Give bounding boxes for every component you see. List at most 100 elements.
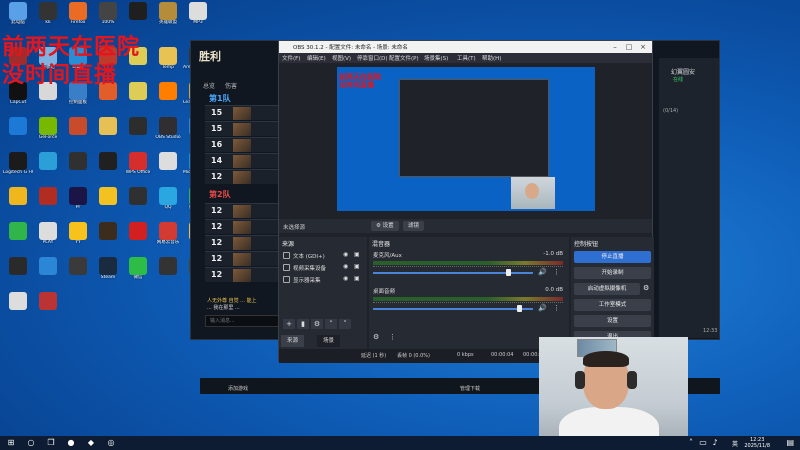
lock-icon[interactable]: ▣: [354, 275, 360, 282]
desktop-icon[interactable]: [123, 222, 153, 254]
team-row[interactable]: 16: [205, 137, 279, 152]
desktop-icon[interactable]: [3, 117, 33, 149]
delete-source-icon[interactable]: ▮: [297, 319, 309, 329]
obs-window[interactable]: OBS 30.1.2 - 配置文件: 未命名 - 场景: 未命名 – □ × 文…: [278, 40, 654, 363]
tab-overview[interactable]: 总览: [203, 81, 215, 90]
stop-streaming-button[interactable]: 停止直播: [574, 251, 651, 263]
manage-downloads-button[interactable]: 管理下载: [460, 385, 480, 392]
volume-knob[interactable]: [517, 305, 523, 312]
source-settings-icon[interactable]: ⚙: [311, 319, 323, 329]
menu-file[interactable]: 文件(F): [282, 54, 300, 62]
desktop-icon[interactable]: 100%: [93, 2, 123, 34]
desktop-icon[interactable]: YY: [63, 222, 93, 254]
volume-icon[interactable]: ♪: [710, 438, 720, 448]
desktop-icon[interactable]: [153, 152, 183, 184]
desktop-icon[interactable]: [63, 117, 93, 149]
preview-canvas[interactable]: 前两天在医院 没时间直播: [337, 67, 595, 211]
volume-slider[interactable]: [373, 308, 533, 310]
desktop-icon[interactable]: [123, 2, 153, 34]
desktop-icon[interactable]: MP3: [183, 2, 213, 34]
tab-scenes[interactable]: 场景: [317, 335, 341, 347]
desktop-icon[interactable]: Firefox: [63, 2, 93, 34]
desktop-icon[interactable]: QQ: [153, 187, 183, 219]
speaker-icon[interactable]: 🔊: [538, 304, 547, 312]
close-button[interactable]: ×: [637, 42, 649, 52]
lock-icon[interactable]: ▣: [354, 251, 360, 258]
desktop-icon[interactable]: [3, 257, 33, 289]
desktop-icon[interactable]: Temp: [153, 47, 183, 79]
task-view-icon[interactable]: ❐: [46, 438, 56, 448]
add-game-button[interactable]: 添加游戏: [228, 385, 248, 392]
desktop-icon[interactable]: [153, 82, 183, 114]
more-icon[interactable]: ⋮: [553, 304, 560, 312]
team-row[interactable]: 12: [205, 251, 279, 266]
team-row[interactable]: 12: [205, 235, 279, 250]
visibility-icon[interactable]: ◉: [343, 251, 348, 258]
steam-taskbar-icon[interactable]: ◎: [106, 438, 116, 448]
obs-titlebar[interactable]: OBS 30.1.2 - 配置文件: 未命名 - 场景: 未命名 – □ ×: [279, 41, 652, 53]
desktop-icon[interactable]: GeForce: [33, 117, 63, 149]
desktop-icon[interactable]: [33, 152, 63, 184]
virtual-camera-settings-icon[interactable]: ⚙: [643, 284, 649, 292]
volume-knob[interactable]: [506, 269, 511, 276]
minimize-button[interactable]: –: [609, 42, 621, 52]
team-row[interactable]: 15: [205, 105, 279, 120]
desktop-icon[interactable]: 英雄联盟: [153, 2, 183, 34]
friend-name[interactable]: 幻翼圆安: [671, 67, 695, 76]
properties-button[interactable]: ⚙ 设置: [371, 221, 399, 231]
desktop-icon[interactable]: 微信: [123, 257, 153, 289]
visibility-icon[interactable]: ◉: [343, 263, 348, 270]
desktop-icon[interactable]: [93, 152, 123, 184]
team-row[interactable]: 12: [205, 169, 279, 184]
source-item[interactable]: 显示器采集 ◉ ▣: [283, 275, 363, 286]
start-virtual-camera-button[interactable]: 启动虚拟摄像机: [574, 283, 640, 295]
desktop-icon[interactable]: [3, 187, 33, 219]
desktop-icon[interactable]: [93, 187, 123, 219]
move-up-icon[interactable]: ˄: [325, 319, 337, 329]
desktop-icon[interactable]: [123, 117, 153, 149]
network-icon[interactable]: ▭: [698, 438, 708, 448]
tab-sources[interactable]: 来源: [281, 335, 305, 347]
desktop-icon[interactable]: [123, 187, 153, 219]
desktop-icon[interactable]: [3, 222, 33, 254]
desktop-icon[interactable]: OBS Studio: [153, 117, 183, 149]
desktop-icon[interactable]: WPS Office: [123, 152, 153, 184]
desktop-icon[interactable]: Pr: [63, 187, 93, 219]
desktop-icon[interactable]: 网易云音乐: [153, 222, 183, 254]
desktop-icon[interactable]: Logitech G HUB: [3, 152, 33, 184]
studio-mode-button[interactable]: 工作室模式: [574, 299, 651, 311]
speaker-icon[interactable]: 🔊: [538, 268, 547, 276]
desktop-icon[interactable]: Steam: [93, 257, 123, 289]
chat-input[interactable]: 输入消息...: [205, 315, 279, 327]
menu-profile[interactable]: 配置文件(P): [389, 54, 419, 62]
obs-taskbar-icon[interactable]: ●: [66, 438, 76, 448]
clock[interactable]: 12:23 2025/11/8: [744, 437, 770, 449]
team-row[interactable]: 14: [205, 153, 279, 168]
desktop-icon[interactable]: [33, 257, 63, 289]
team-row[interactable]: 12: [205, 219, 279, 234]
mixer-menu-icon[interactable]: ⋮: [389, 333, 396, 341]
tray-chevron-icon[interactable]: ˄: [686, 438, 696, 448]
menu-view[interactable]: 视图(V): [332, 54, 351, 62]
menu-scene-collection[interactable]: 场景集(S): [424, 54, 448, 62]
desktop-icon[interactable]: [93, 117, 123, 149]
maximize-button[interactable]: □: [623, 42, 635, 52]
desktop-icon[interactable]: [93, 222, 123, 254]
menu-help[interactable]: 帮助(H): [482, 54, 501, 62]
add-source-icon[interactable]: +: [283, 319, 295, 329]
notification-icon[interactable]: ▤: [786, 438, 794, 447]
settings-button[interactable]: 设置: [574, 315, 651, 327]
more-icon[interactable]: ⋮: [553, 268, 560, 276]
desktop-icon[interactable]: [153, 257, 183, 289]
start-recording-button[interactable]: 开始录制: [574, 267, 651, 279]
source-item[interactable]: 文本 (GDI+) ◉ ▣: [283, 251, 363, 262]
source-item[interactable]: 视频采集设备 ◉ ▣: [283, 263, 363, 274]
desktop-icon[interactable]: [3, 292, 33, 324]
menu-edit[interactable]: 编辑(E): [307, 54, 326, 62]
search-icon[interactable]: ○: [26, 438, 36, 448]
desktop-icon[interactable]: PLAY: [33, 222, 63, 254]
team-row[interactable]: 12: [205, 267, 279, 282]
lock-icon[interactable]: ▣: [354, 263, 360, 270]
windows-start-icon[interactable]: ⊞: [6, 438, 16, 448]
move-down-icon[interactable]: ˅: [339, 319, 351, 329]
